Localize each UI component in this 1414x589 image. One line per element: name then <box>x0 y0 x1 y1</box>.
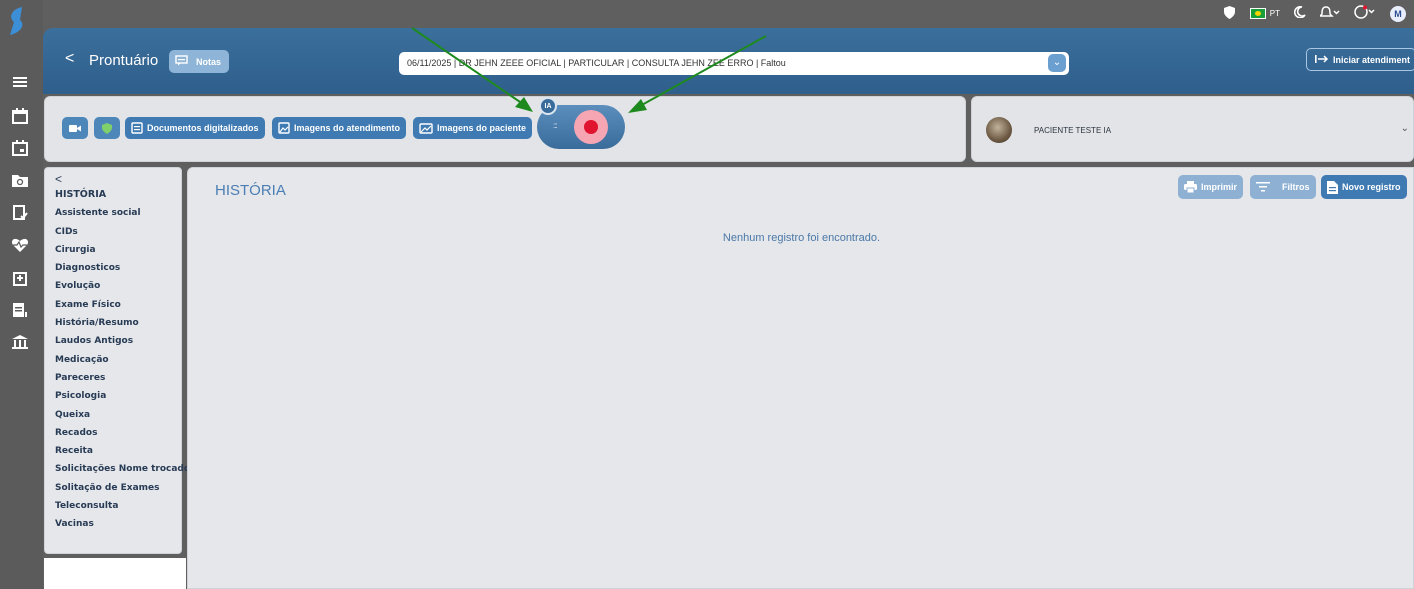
brazil-flag-icon[interactable] <box>1249 8 1266 19</box>
chevron-down-icon[interactable]: ⌄ <box>1401 123 1409 134</box>
images-icon <box>419 123 433 134</box>
document-list-icon[interactable] <box>8 298 32 322</box>
menu-item-solicitacoes-nome-trocado[interactable]: Solicitações Nome trocado <box>55 460 190 478</box>
drag-handle-icon[interactable]: ::: <box>553 121 558 130</box>
historia-content: HISTÓRIA Imprimir Filtros Novo registro … <box>187 167 1414 589</box>
historia-menu: < HISTÓRIA Assistente social CIDs Cirurg… <box>44 167 190 554</box>
hospital-icon[interactable] <box>8 266 32 290</box>
menu-item-diagnosticos[interactable]: Diagnosticos <box>55 259 181 277</box>
section-title: HISTÓRIA <box>215 182 286 199</box>
consulta-value: 06/11/2025 | DR JEHN ZEEE OFICIAL | PART… <box>407 58 786 68</box>
bell-icon[interactable] <box>1318 5 1340 22</box>
record-button[interactable] <box>574 110 608 144</box>
shield-plus-icon <box>102 122 112 134</box>
filtros-label: Filtros <box>1282 182 1310 192</box>
imagens-atendimento-button[interactable]: Imagens do atendimento <box>272 117 407 139</box>
imprimir-button[interactable]: Imprimir <box>1178 175 1244 199</box>
menu-footer <box>44 558 186 589</box>
patient-photo <box>986 117 1012 143</box>
ia-badge: IA <box>539 97 557 115</box>
iniciar-label: Iniciar atendiment <box>1333 54 1411 65</box>
language-label[interactable]: PT <box>1270 9 1280 18</box>
attachments-toolbar: Documentos digitalizados Imagens do aten… <box>44 96 966 162</box>
app-logo <box>10 7 23 35</box>
printer-icon <box>1184 181 1197 193</box>
menu-item-receita[interactable]: Receita <box>55 442 181 460</box>
novo-registro-button[interactable]: Novo registro <box>1321 175 1407 199</box>
documentos-label: Documentos digitalizados <box>147 123 259 133</box>
menu-item-historia-resumo[interactable]: História/Resumo <box>55 314 181 332</box>
menu-item-historia[interactable]: HISTÓRIA <box>55 186 181 204</box>
menu-item-solitacao-de-exames[interactable]: Solitação de Exames <box>55 479 181 497</box>
menu-item-assistente-social[interactable]: Assistente social <box>55 204 181 222</box>
video-call-button[interactable] <box>62 117 88 139</box>
shield-icon[interactable] <box>1223 5 1236 22</box>
menu-item-laudos-antigos[interactable]: Laudos Antigos <box>55 332 181 350</box>
empty-state-message: Nenhum registro foi encontrado. <box>722 232 881 244</box>
calendar-day-icon[interactable] <box>8 136 32 160</box>
user-avatar[interactable]: M <box>1390 5 1406 22</box>
menu-item-queixa[interactable]: Queixa <box>55 406 181 424</box>
chat-icon <box>175 55 188 68</box>
menu-item-vacinas[interactable]: Vacinas <box>55 515 181 533</box>
chevron-down-icon[interactable]: ⌄ <box>1048 54 1066 72</box>
help-icon[interactable] <box>1354 5 1376 22</box>
notas-button[interactable]: Notas <box>169 50 229 73</box>
top-strip: PT M <box>43 0 1414 28</box>
menu-item-exame-fisico[interactable]: Exame Físico <box>55 296 181 314</box>
menu-collapse-button[interactable]: < <box>55 172 181 186</box>
filtros-button[interactable]: Filtros <box>1250 175 1316 199</box>
bank-icon[interactable] <box>8 330 32 354</box>
menu-item-cirurgia[interactable]: Cirurgia <box>55 241 181 259</box>
imprimir-label: Imprimir <box>1201 182 1238 192</box>
consulta-select[interactable]: 06/11/2025 | DR JEHN ZEEE OFICIAL | PART… <box>399 52 1069 75</box>
documentos-digitalizados-button[interactable]: Documentos digitalizados <box>125 117 265 139</box>
top-icons: PT M <box>1223 5 1406 22</box>
menu-item-medicacao[interactable]: Medicação <box>55 351 181 369</box>
image-icon <box>278 122 290 134</box>
filter-icon <box>1256 182 1270 192</box>
document-icon <box>131 122 143 134</box>
menu-item-teleconsulta[interactable]: Teleconsulta <box>55 497 181 515</box>
menu-item-cids[interactable]: CIDs <box>55 223 181 241</box>
back-button[interactable]: < <box>65 50 74 68</box>
patient-panel[interactable]: PACIENTE TESTE IA ⌄ <box>971 96 1414 162</box>
heart-pulse-icon[interactable] <box>8 233 32 257</box>
menu-item-evolucao[interactable]: Evolução <box>55 277 181 295</box>
iniciar-atendimento-button[interactable]: Iniciar atendiment <box>1306 48 1414 71</box>
moon-icon[interactable] <box>1294 5 1306 21</box>
page-title: Prontuário <box>89 52 159 69</box>
prontuario-header: < Prontuário Notas 06/11/2025 | DR JEHN … <box>43 28 1414 94</box>
novo-registro-label: Novo registro <box>1342 182 1401 192</box>
menu-icon[interactable] <box>8 70 32 94</box>
imagens-paciente-label: Imagens do paciente <box>437 123 527 133</box>
patient-name: PACIENTE TESTE IA <box>1034 126 1112 135</box>
imagens-paciente-button[interactable]: Imagens do paciente <box>413 117 533 139</box>
notas-label: Notas <box>196 56 222 67</box>
arrow-right-bar-icon <box>1315 54 1329 66</box>
new-document-icon <box>1327 180 1338 194</box>
menu-item-psicologia[interactable]: Psicologia <box>55 387 181 405</box>
folder-search-icon[interactable] <box>8 168 32 192</box>
video-camera-icon <box>69 124 81 132</box>
imagens-atendimento-label: Imagens do atendimento <box>294 123 401 133</box>
calendar-icon[interactable] <box>8 104 32 128</box>
left-nav-rail <box>0 0 43 589</box>
shield-plus-button[interactable] <box>94 117 120 139</box>
menu-item-pareceres[interactable]: Pareceres <box>55 369 181 387</box>
menu-item-recados[interactable]: Recados <box>55 424 181 442</box>
clipboard-check-icon[interactable] <box>8 200 32 224</box>
